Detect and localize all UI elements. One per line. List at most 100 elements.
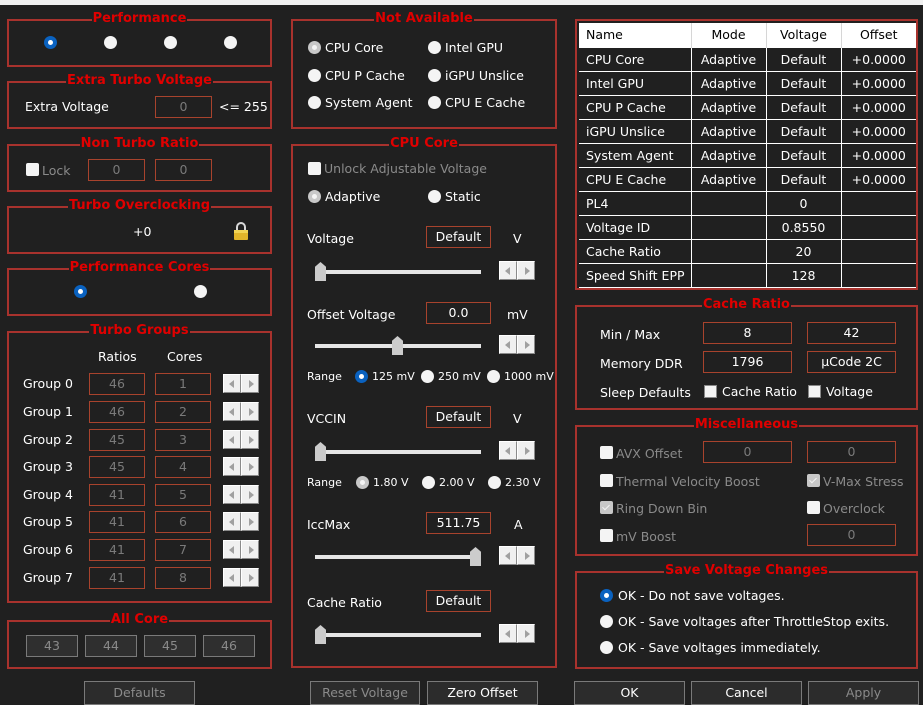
- lock-checkbox[interactable]: [26, 163, 39, 176]
- iccmax-slider-track[interactable]: [315, 555, 481, 559]
- static-radio[interactable]: [428, 190, 441, 203]
- igpu-unslice-radio[interactable]: [428, 69, 441, 82]
- offset-voltage-input[interactable]: 0.0: [426, 302, 491, 324]
- column-header-mode[interactable]: Mode: [691, 23, 767, 47]
- all-core-button-3[interactable]: 45: [144, 635, 196, 657]
- cache-min-input[interactable]: 8: [703, 322, 792, 344]
- arrow-left-icon[interactable]: [223, 374, 241, 393]
- voltage-input[interactable]: Default: [426, 226, 491, 248]
- arrow-right-icon[interactable]: [241, 512, 259, 531]
- arrow-left-icon[interactable]: [223, 430, 241, 449]
- group-cores-input[interactable]: 3: [155, 429, 211, 451]
- range-2-00v-radio[interactable]: [422, 476, 435, 489]
- intel-gpu-radio[interactable]: [428, 41, 441, 54]
- range-1-80v-radio[interactable]: [356, 476, 369, 489]
- arrow-right-icon[interactable]: [241, 402, 259, 421]
- all-core-button-1[interactable]: 43: [26, 635, 78, 657]
- performance-radio-4[interactable]: [224, 36, 237, 49]
- iccmax-slider-thumb[interactable]: [470, 547, 481, 566]
- arrow-left-icon[interactable]: [223, 402, 241, 421]
- table-row[interactable]: CPU P Cache Adaptive Default +0.0000: [579, 94, 916, 120]
- vccin-slider-thumb[interactable]: [315, 442, 326, 461]
- table-row[interactable]: CPU Core Adaptive Default +0.0000: [579, 46, 916, 72]
- memory-ddr-input[interactable]: 1796: [703, 351, 792, 373]
- arrow-left-icon[interactable]: [223, 540, 241, 559]
- non-turbo-ratio-input-1[interactable]: 0: [88, 159, 145, 181]
- group-ratio-input[interactable]: 41: [89, 567, 145, 589]
- group-cores-input[interactable]: 1: [155, 373, 211, 395]
- cpu-e-cache-radio[interactable]: [428, 96, 441, 109]
- cache-ratio-slider-track[interactable]: [315, 633, 481, 637]
- arrow-right-icon[interactable]: [517, 335, 535, 354]
- all-core-button-2[interactable]: 44: [85, 635, 137, 657]
- table-row[interactable]: iGPU Unslice Adaptive Default +0.0000: [579, 118, 916, 144]
- cache-ratio-spinner[interactable]: [499, 624, 535, 643]
- arrow-right-icon[interactable]: [241, 457, 259, 476]
- table-row[interactable]: Speed Shift EPP 128: [579, 262, 916, 288]
- voltage-slider-track[interactable]: [315, 270, 481, 274]
- thermal-velocity-boost-checkbox[interactable]: [600, 474, 613, 487]
- arrow-right-icon[interactable]: [517, 441, 535, 460]
- unlock-adjustable-voltage-checkbox[interactable]: [308, 162, 321, 175]
- column-header-voltage[interactable]: Voltage: [766, 23, 842, 47]
- lock-icon[interactable]: [233, 222, 249, 240]
- arrow-right-icon[interactable]: [241, 374, 259, 393]
- voltage-slider-thumb[interactable]: [315, 262, 326, 281]
- voltage-table[interactable]: Name Mode Voltage Offset CPU Core Adaptiv…: [579, 23, 916, 288]
- range-250mv-radio[interactable]: [421, 370, 434, 383]
- cache-ratio-slider-thumb[interactable]: [315, 625, 326, 644]
- arrow-right-icon[interactable]: [241, 430, 259, 449]
- do-not-save-radio[interactable]: [600, 589, 613, 602]
- ring-down-bin-checkbox[interactable]: [600, 501, 613, 514]
- performance-radio-1[interactable]: [44, 36, 57, 49]
- range-125mv-radio[interactable]: [355, 370, 368, 383]
- performance-radio-2[interactable]: [104, 36, 117, 49]
- arrow-right-icon[interactable]: [517, 261, 535, 280]
- vccin-slider-track[interactable]: [315, 450, 481, 454]
- group-cores-input[interactable]: 8: [155, 567, 211, 589]
- group-spinner[interactable]: [223, 485, 259, 504]
- iccmax-spinner[interactable]: [499, 546, 535, 565]
- ok-button[interactable]: OK: [574, 681, 685, 705]
- arrow-right-icon[interactable]: [517, 624, 535, 643]
- group-spinner[interactable]: [223, 430, 259, 449]
- group-ratio-input[interactable]: 41: [89, 511, 145, 533]
- zero-offset-button[interactable]: Zero Offset: [427, 681, 538, 705]
- group-spinner[interactable]: [223, 540, 259, 559]
- sleep-voltage-checkbox[interactable]: [808, 385, 821, 398]
- arrow-left-icon[interactable]: [223, 485, 241, 504]
- iccmax-input[interactable]: 511.75: [426, 512, 491, 534]
- group-spinner[interactable]: [223, 512, 259, 531]
- table-row[interactable]: Cache Ratio 20: [579, 238, 916, 264]
- column-header-offset[interactable]: Offset: [841, 23, 916, 47]
- group-cores-input[interactable]: 2: [155, 401, 211, 423]
- cache-max-input[interactable]: 42: [807, 322, 896, 344]
- table-row[interactable]: Intel GPU Adaptive Default +0.0000: [579, 70, 916, 96]
- vccin-spinner[interactable]: [499, 441, 535, 460]
- arrow-right-icon[interactable]: [241, 485, 259, 504]
- arrow-left-icon[interactable]: [223, 512, 241, 531]
- adaptive-radio[interactable]: [308, 190, 321, 203]
- arrow-left-icon[interactable]: [223, 568, 241, 587]
- avx-offset-input-1[interactable]: 0: [703, 441, 792, 463]
- arrow-left-icon[interactable]: [499, 261, 517, 280]
- save-immediately-radio[interactable]: [600, 641, 613, 654]
- performance-cores-radio-2[interactable]: [194, 285, 207, 298]
- group-spinner[interactable]: [223, 568, 259, 587]
- vccin-input[interactable]: Default: [426, 406, 491, 428]
- offset-voltage-spinner[interactable]: [499, 335, 535, 354]
- cpu-p-cache-radio[interactable]: [308, 69, 321, 82]
- arrow-left-icon[interactable]: [499, 624, 517, 643]
- column-header-name[interactable]: Name: [579, 23, 692, 47]
- range-2-30v-radio[interactable]: [488, 476, 501, 489]
- extra-voltage-input[interactable]: 0: [155, 96, 212, 118]
- group-spinner[interactable]: [223, 374, 259, 393]
- group-ratio-input[interactable]: 41: [89, 539, 145, 561]
- reset-voltage-button[interactable]: Reset Voltage: [310, 681, 420, 705]
- range-1000mv-radio[interactable]: [487, 370, 500, 383]
- group-cores-input[interactable]: 4: [155, 456, 211, 478]
- group-ratio-input[interactable]: 41: [89, 484, 145, 506]
- cache-ratio-input[interactable]: Default: [426, 590, 491, 612]
- all-core-button-4[interactable]: 46: [203, 635, 255, 657]
- cpu-core-radio[interactable]: [308, 41, 321, 54]
